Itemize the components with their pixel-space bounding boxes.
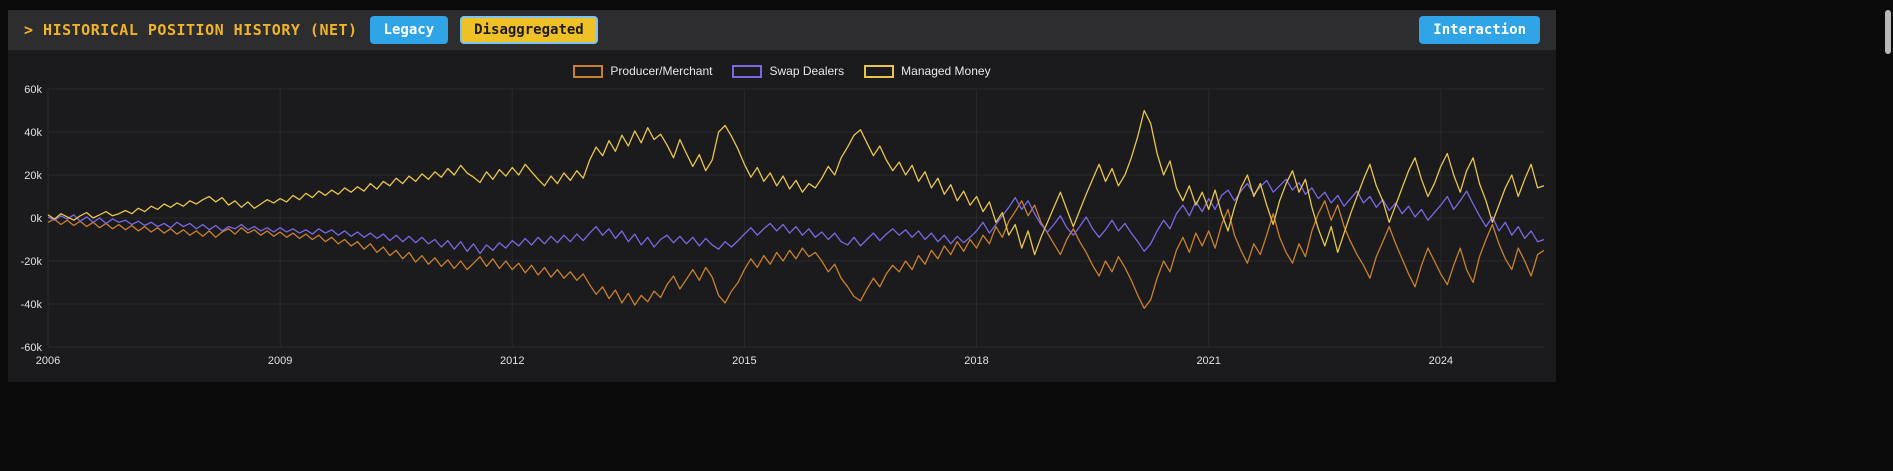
svg-text:-60k: -60k	[21, 342, 43, 354]
chart-legend: Producer/Merchant Swap Dealers Managed M…	[8, 64, 1556, 78]
legend-label-swap-dealers: Swap Dealers	[769, 64, 845, 78]
svg-text:2012: 2012	[500, 355, 524, 367]
legend-swatch-producer-merchant	[573, 64, 604, 78]
chart-area: Producer/Merchant Swap Dealers Managed M…	[8, 50, 1556, 382]
app-panel: > HISTORICAL POSITION HISTORY (NET) Lega…	[8, 10, 1556, 382]
svg-text:2018: 2018	[964, 355, 988, 367]
scrollbar-thumb[interactable]	[1885, 10, 1891, 54]
legend-swatch-managed-money	[864, 64, 895, 78]
disaggregated-button[interactable]: Disaggregated	[460, 16, 598, 44]
svg-text:-40k: -40k	[21, 299, 43, 311]
svg-text:0k: 0k	[30, 213, 42, 225]
legend-label-managed-money: Managed Money	[901, 64, 991, 78]
legend-label-producer-merchant: Producer/Merchant	[610, 64, 713, 78]
svg-text:2009: 2009	[268, 355, 292, 367]
legend-swatch-swap-dealers	[732, 64, 763, 78]
svg-text:-20k: -20k	[21, 256, 43, 268]
header-bar: > HISTORICAL POSITION HISTORY (NET) Lega…	[8, 10, 1556, 50]
svg-text:60k: 60k	[24, 84, 42, 96]
legend-item-managed-money: Managed Money	[864, 64, 991, 78]
svg-text:2021: 2021	[1196, 355, 1220, 367]
legend-item-producer-merchant: Producer/Merchant	[573, 64, 712, 78]
position-history-chart[interactable]: 60k 40k 20k 0k -20k -40k -60k2006 2009 2012 2015 2…	[8, 50, 1556, 382]
svg-text:2015: 2015	[732, 355, 756, 367]
svg-text:40k: 40k	[24, 127, 42, 139]
svg-text:2006: 2006	[36, 355, 60, 367]
interaction-button[interactable]: Interaction	[1419, 16, 1540, 44]
svg-text:2024: 2024	[1429, 355, 1453, 367]
page-title: > HISTORICAL POSITION HISTORY (NET)	[24, 21, 358, 39]
svg-text:20k: 20k	[24, 170, 42, 182]
legacy-button[interactable]: Legacy	[369, 16, 449, 44]
legend-item-swap-dealers: Swap Dealers	[732, 64, 844, 78]
